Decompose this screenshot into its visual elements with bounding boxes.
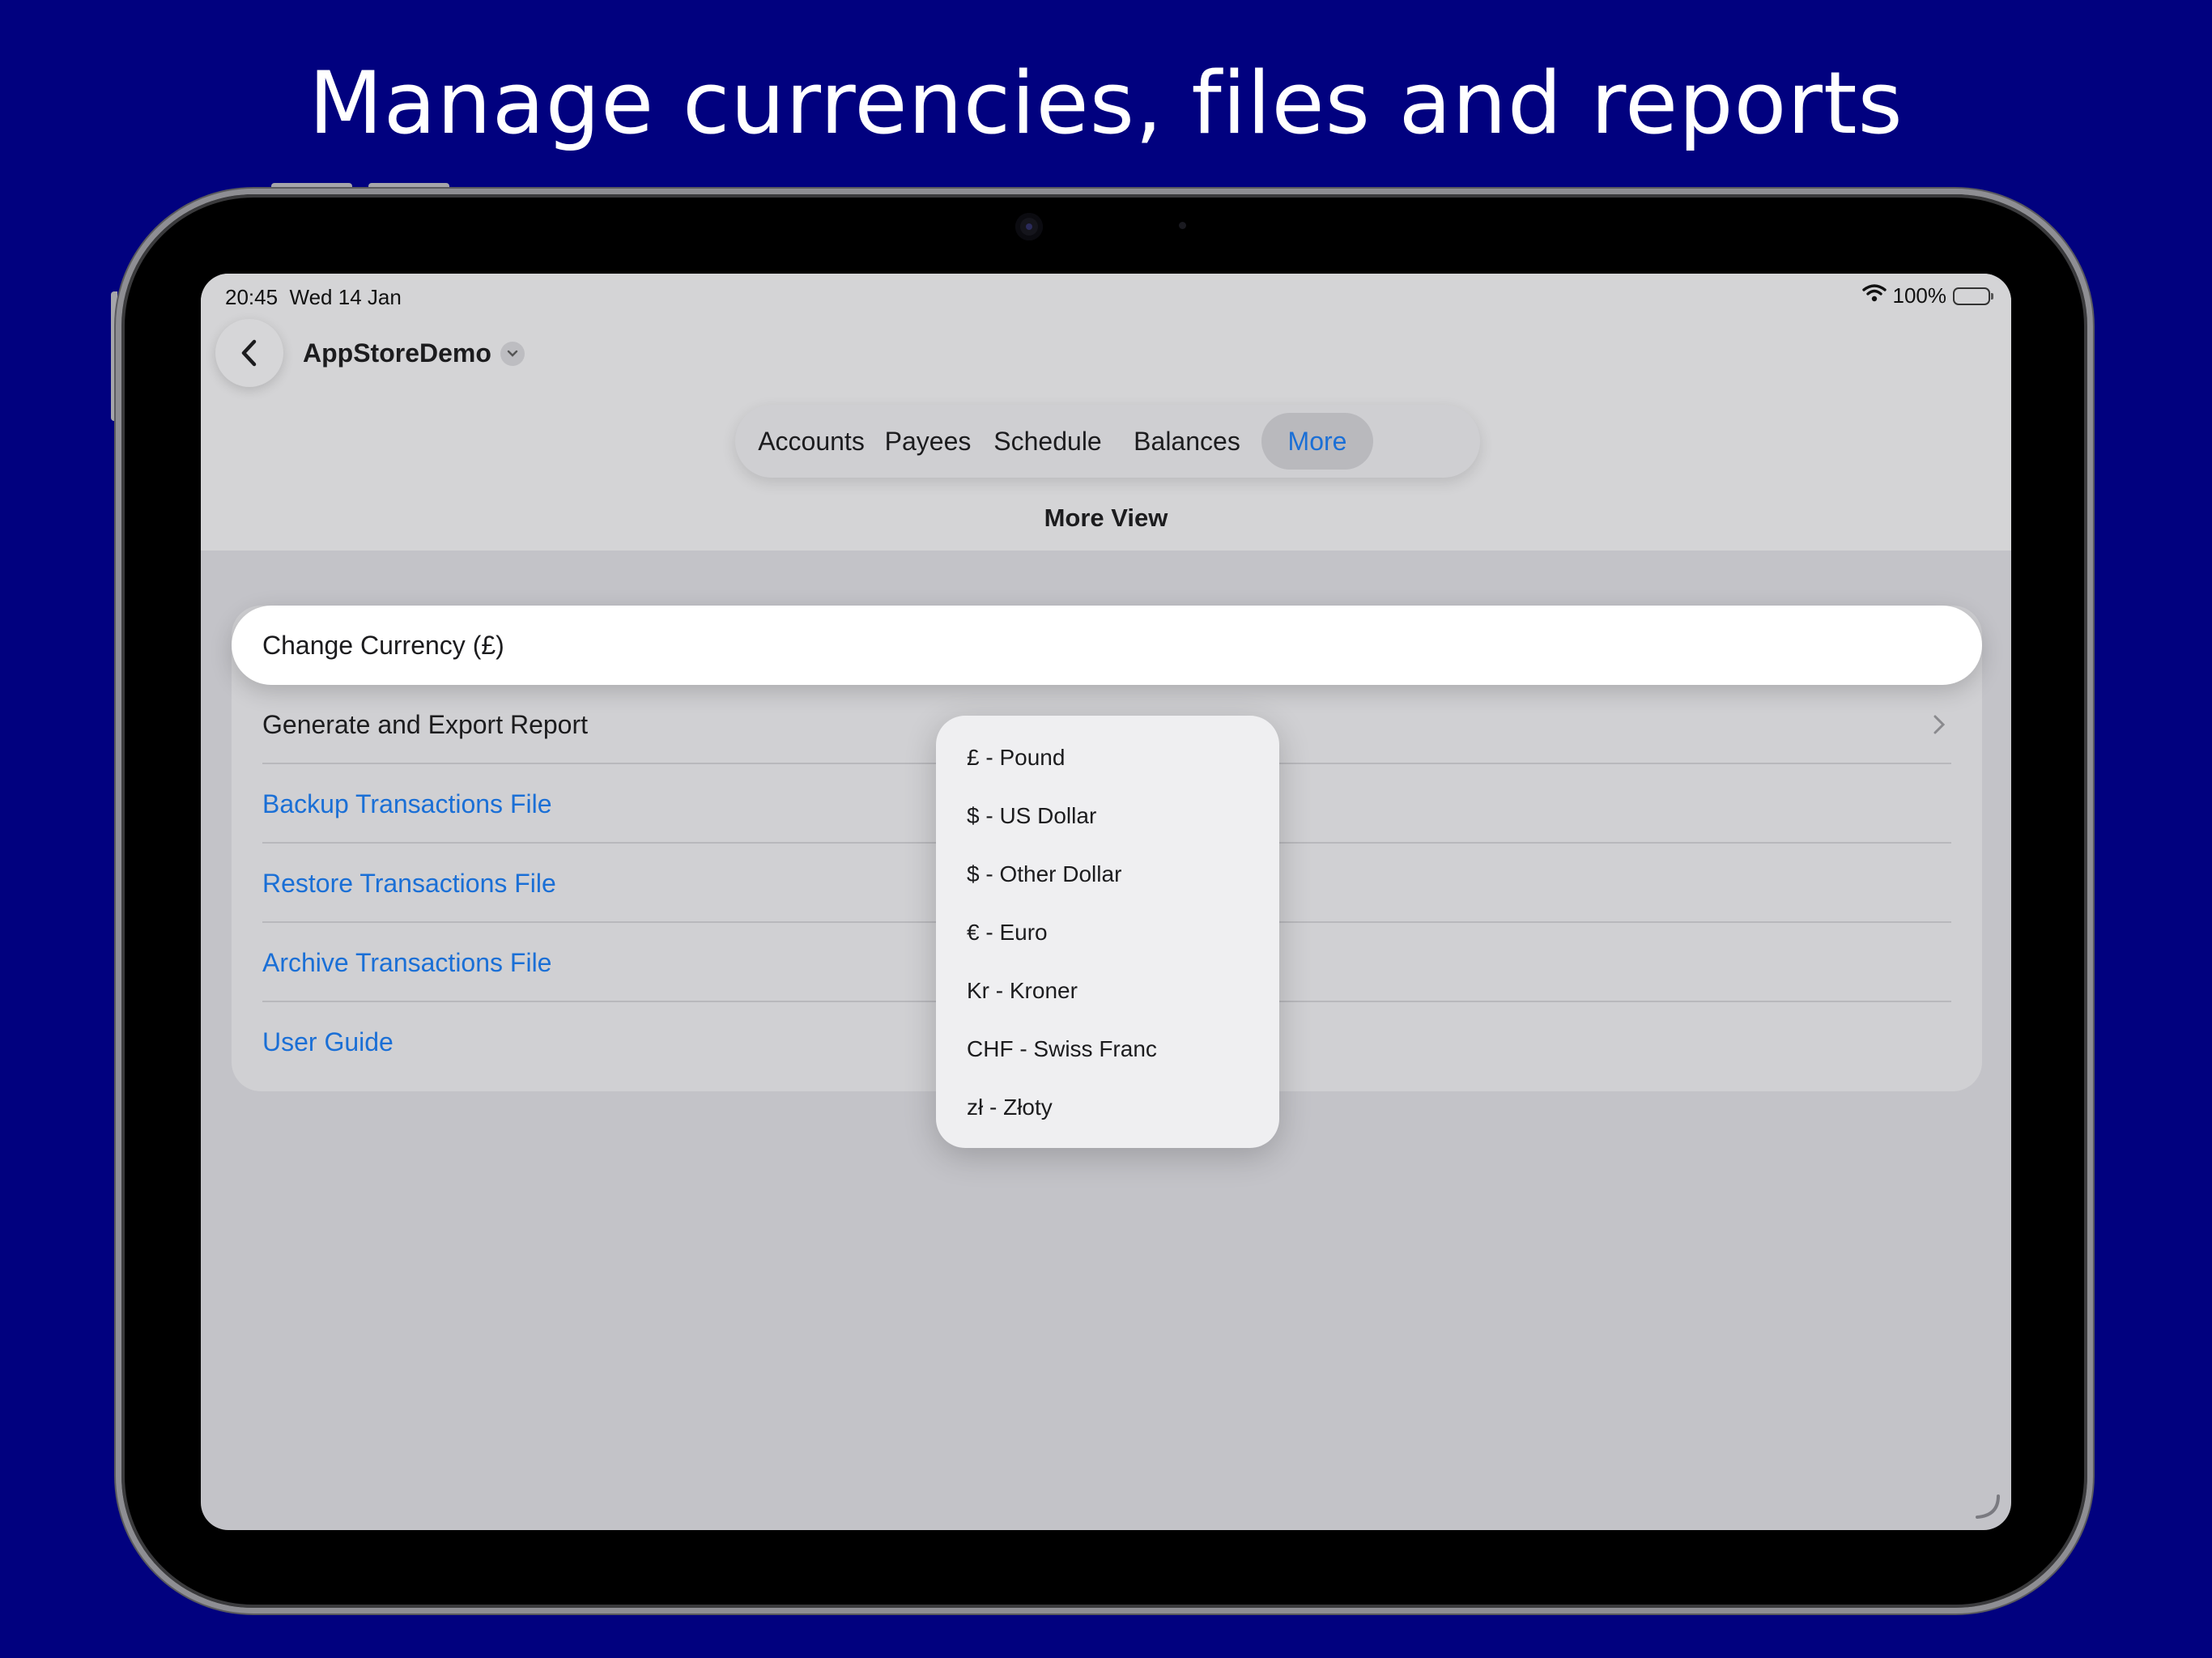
headline: Manage currencies, files and reports [308, 53, 1904, 153]
generate-report-label: Generate and Export Report [262, 710, 589, 739]
menu-item-zloty[interactable]: zł - Złoty [967, 1078, 1053, 1137]
status-time: 20:45 [225, 285, 279, 309]
menu-item-euro[interactable]: € - Euro [967, 903, 1048, 962]
tab-schedule[interactable]: Schedule [983, 413, 1112, 470]
wifi-icon [1861, 283, 1887, 308]
document-menu-button[interactable] [500, 342, 525, 366]
tab-more[interactable]: More [1261, 413, 1373, 470]
page-title: More View [1044, 504, 1168, 532]
tab-balances[interactable]: Balances [1121, 413, 1253, 470]
light-sensor [1179, 222, 1186, 229]
status-bar-indicators: 100% [1861, 283, 1993, 308]
user-guide-link[interactable]: User Guide [262, 1002, 393, 1082]
back-button[interactable] [215, 319, 283, 387]
menu-item-kroner[interactable]: Kr - Kroner [967, 962, 1078, 1020]
restore-link[interactable]: Restore Transactions File [262, 844, 556, 923]
menu-item-swiss-franc[interactable]: CHF - Swiss Franc [967, 1020, 1157, 1078]
menu-item-us-dollar[interactable]: $ - US Dollar [967, 787, 1096, 845]
tab-bar: Accounts Payees Schedule Balances More [735, 405, 1480, 478]
change-currency-label: Change Currency (£) [262, 631, 504, 660]
front-camera [1015, 213, 1043, 240]
back-chevron-icon [241, 339, 257, 367]
menu-item-other-dollar[interactable]: $ - Other Dollar [967, 845, 1121, 903]
tab-payees[interactable]: Payees [878, 413, 978, 470]
status-date: Wed 14 Jan [289, 285, 402, 309]
chevron-down-icon [507, 350, 518, 357]
chevron-right-icon [1933, 715, 1946, 734]
menu-item-pound[interactable]: £ - Pound [967, 729, 1065, 787]
screen: 20:45 Wed 14 Jan 100% AppStoreDemo Accou… [201, 274, 2011, 1530]
change-currency-button[interactable]: Change Currency (£) [232, 606, 1982, 685]
tab-accounts[interactable]: Accounts [753, 413, 870, 470]
currency-menu: £ - Pound $ - US Dollar $ - Other Dollar… [936, 716, 1279, 1148]
battery-icon [1953, 287, 1993, 305]
backup-link[interactable]: Backup Transactions File [262, 764, 552, 844]
battery-percent: 100% [1892, 283, 1947, 308]
status-bar-datetime: 20:45 Wed 14 Jan [225, 285, 402, 310]
archive-link[interactable]: Archive Transactions File [262, 923, 551, 1002]
resize-handle-icon[interactable] [1972, 1491, 2001, 1520]
document-title[interactable]: AppStoreDemo [303, 338, 491, 368]
